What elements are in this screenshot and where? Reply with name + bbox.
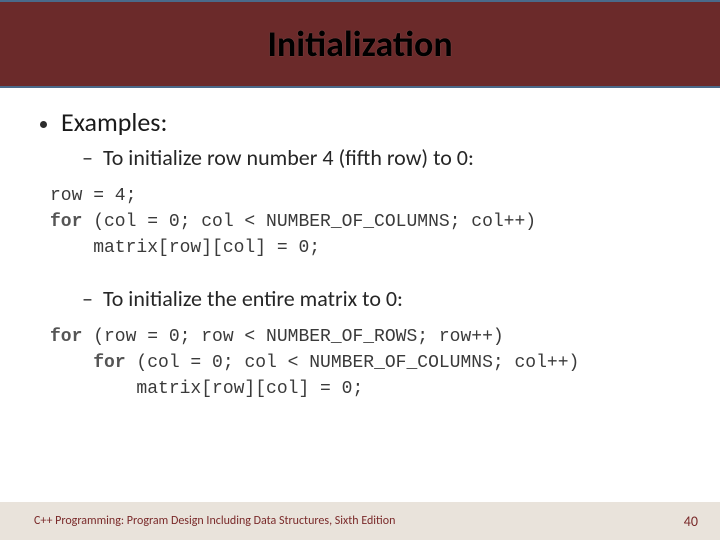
footer-text: C++ Programming: Program Design Includin… (34, 514, 395, 528)
code1-line2: (col = 0; col < NUMBER_OF_COLUMNS; col++… (82, 212, 536, 232)
code1-line3: matrix[row][col] = 0; (50, 238, 320, 258)
code1-line1: row = 4; (50, 186, 136, 206)
code2-line3: matrix[row][col] = 0; (50, 379, 363, 399)
slide-body: Examples: – To initialize row number 4 (… (0, 88, 720, 403)
code2-line1: (row = 0; row < NUMBER_OF_ROWS; row++) (82, 327, 503, 347)
bullet-l2-text-2: To initialize the entire matrix to 0: (103, 285, 403, 312)
bullet-level1: Examples: (22, 106, 698, 138)
title-band: Initialization (0, 0, 720, 88)
code1-keyword-for: for (50, 212, 82, 232)
bullet-dot-icon (40, 121, 47, 128)
bullet-l1-text: Examples: (61, 106, 167, 138)
code2-line2: (col = 0; col < NUMBER_OF_COLUMNS; col++… (126, 353, 580, 373)
slide-title: Initialization (267, 22, 452, 66)
code2-line2-indent (50, 353, 93, 373)
bullet-level2: – To initialize the entire matrix to 0: (22, 285, 698, 312)
bullet-l2-text-1: To initialize row number 4 (fifth row) t… (103, 144, 474, 171)
slide: Initialization Examples: – To initialize… (0, 0, 720, 540)
footer-band: C++ Programming: Program Design Includin… (0, 502, 720, 540)
bullet-dash-icon: – (82, 144, 93, 171)
code2-keyword-for-inner: for (93, 353, 125, 373)
bullet-level2: – To initialize row number 4 (fifth row)… (22, 144, 698, 171)
bullet-dash-icon: – (82, 285, 93, 312)
code-snippet-2: for (row = 0; row < NUMBER_OF_ROWS; row+… (50, 324, 698, 402)
code2-keyword-for-outer: for (50, 327, 82, 347)
code-snippet-1: row = 4; for (col = 0; col < NUMBER_OF_C… (50, 183, 698, 261)
page-number: 40 (684, 513, 698, 530)
